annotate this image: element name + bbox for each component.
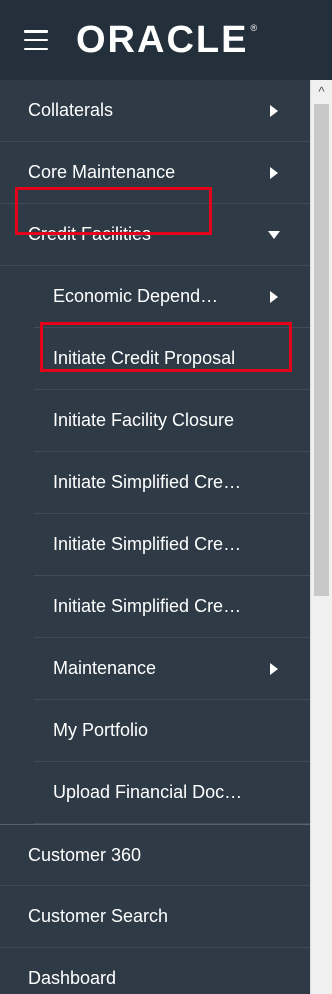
submenu-item-label: Initiate Simplified Cre… [53, 596, 242, 616]
submenu-item-label: Initiate Credit Proposal [53, 348, 236, 368]
scroll-up-icon[interactable]: ^ [311, 80, 332, 102]
hamburger-menu-icon[interactable] [24, 30, 48, 50]
submenu-item-label: Economic Depend… [53, 286, 219, 306]
submenu-item-initiate-simplified-2[interactable]: Initiate Simplified Cre… [34, 514, 310, 576]
expand-right-icon [270, 166, 278, 179]
menu-item-label: Customer 360 [28, 844, 142, 865]
oracle-logo: ORACLE ® [76, 19, 257, 62]
menu-item-label: Customer Search [28, 906, 169, 926]
submenu-item-label: Initiate Simplified Cre… [53, 534, 242, 554]
submenu-item-maintenance[interactable]: Maintenance [34, 638, 310, 700]
menu-item-label: Core Maintenance [28, 162, 176, 182]
menu-item-label: Credit Facilities [28, 224, 152, 244]
menu-item-customer-360[interactable]: Customer 360 [0, 824, 310, 886]
vertical-scrollbar[interactable]: ^ [310, 80, 332, 994]
oracle-logo-text: ORACLE [76, 18, 249, 61]
expand-right-icon [270, 290, 278, 303]
menu-item-collaterals[interactable]: Collaterals [0, 80, 310, 142]
registered-mark: ® [250, 22, 258, 33]
submenu-item-initiate-simplified-1[interactable]: Initiate Simplified Cre… [34, 452, 310, 514]
submenu-item-label: Initiate Simplified Cre… [53, 472, 242, 492]
menu-item-customer-search[interactable]: Customer Search [0, 886, 310, 948]
submenu-item-initiate-credit-proposal[interactable]: Initiate Credit Proposal [34, 328, 310, 390]
expand-right-icon [270, 662, 278, 675]
submenu-item-economic-dependency[interactable]: Economic Depend… [34, 266, 310, 328]
submenu-item-upload-financial-doc[interactable]: Upload Financial Doc… [34, 762, 310, 824]
collapse-down-icon [268, 230, 280, 239]
submenu-item-label: Maintenance [53, 658, 157, 678]
submenu-item-initiate-simplified-3[interactable]: Initiate Simplified Cre… [34, 576, 310, 638]
menu-item-core-maintenance[interactable]: Core Maintenance [0, 142, 310, 204]
submenu-item-label: Initiate Facility Closure [53, 410, 235, 430]
expand-right-icon [270, 104, 278, 117]
submenu-item-label: My Portfolio [53, 720, 149, 740]
menu-item-dashboard[interactable]: Dashboard [0, 948, 310, 994]
submenu-item-initiate-facility-closure[interactable]: Initiate Facility Closure [34, 390, 310, 452]
app-frame: ORACLE ® Collaterals Core Maintenance Cre… [0, 0, 332, 994]
menu-item-label: Dashboard [28, 968, 117, 988]
navigation-menu: Collaterals Core Maintenance Credit Faci… [0, 80, 310, 994]
scrollbar-thumb[interactable] [314, 104, 329, 596]
submenu-item-my-portfolio[interactable]: My Portfolio [34, 700, 310, 762]
submenu-item-label: Upload Financial Doc… [53, 782, 243, 802]
menu-item-credit-facilities[interactable]: Credit Facilities [0, 204, 310, 266]
menu-item-label: Collaterals [28, 100, 114, 120]
top-bar: ORACLE ® [0, 0, 332, 80]
